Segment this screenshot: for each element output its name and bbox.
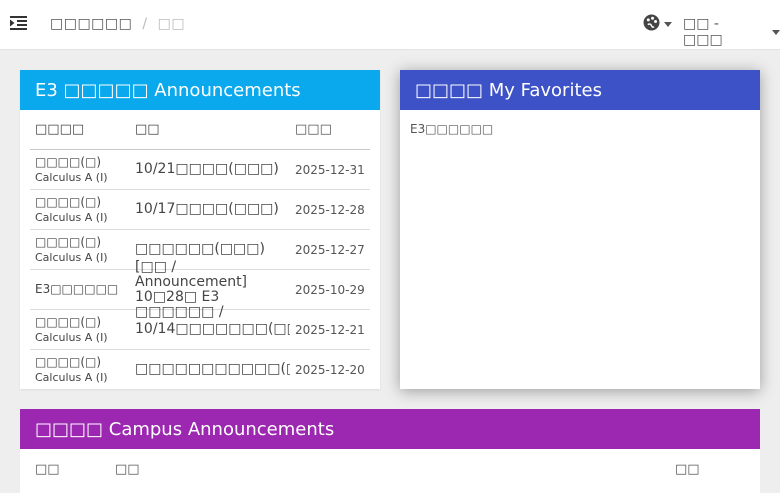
- table-header-row: □□ □□ □□: [30, 449, 750, 489]
- course-name: □□□□(□): [35, 314, 102, 329]
- column-header-date: □□: [675, 461, 700, 477]
- course-name: E3□□□□□□: [35, 282, 119, 296]
- caret-down-icon: [664, 22, 672, 27]
- theme-switcher-button[interactable]: [643, 14, 672, 35]
- date-cell: 2025-12-27: [295, 242, 365, 257]
- date-cell: 2025-12-31: [295, 162, 365, 177]
- table-row: E3□□□□□□ [□□ / Announcement] 10□28□ E3 □□…: [30, 260, 370, 319]
- table-header-row: □□□□ □□ □□□: [30, 110, 370, 150]
- e3-announcements-card: E3 □□□□□ Announcements □□□□ □□ □□□ □□□□(…: [20, 70, 380, 389]
- campus-announcements-title: □□□□ Campus Announcements: [20, 409, 760, 449]
- course-name: □□□□(□): [35, 234, 102, 249]
- course-english-name: Calculus A (I): [35, 210, 108, 224]
- title-cell: □□□□□□□□□□□(□□□): [130, 362, 290, 377]
- favorite-item[interactable]: E3□□□□□□: [400, 110, 760, 148]
- table-row: □□□□(□)Calculus A (I) □□□□□□□□□□□(□□□) 202…: [30, 350, 370, 389]
- top-navbar: □□□□□□ / □□ □□ - □□□: [0, 0, 780, 50]
- my-favorites-title: □□□□ My Favorites: [400, 70, 760, 110]
- course-name: □□□□(□): [35, 154, 102, 169]
- e3-announcements-table: □□□□ □□ □□□ □□□□(□) Calculus A (I) 10/21□□…: [30, 110, 370, 389]
- course-english-name: Calculus A (I): [35, 250, 108, 264]
- breadcrumb-separator: /: [142, 16, 148, 32]
- title-cell: 10/14□□□□□□□(□□□): [130, 322, 290, 337]
- breadcrumb-current: □□: [157, 16, 186, 32]
- course-cell: □□□□(□) Calculus A (I): [30, 235, 130, 265]
- e3-announcements-title: E3 □□□□□ Announcements: [20, 70, 380, 110]
- campus-announcements-card: □□□□ Campus Announcements □□ □□ □□: [20, 409, 760, 493]
- date-cell: 2025-12-28: [295, 202, 365, 217]
- column-header-course: □□□□: [35, 122, 85, 137]
- title-cell: □□□□□□(□□□): [130, 242, 290, 257]
- my-favorites-card: □□□□ My Favorites E3□□□□□□: [400, 70, 760, 389]
- title-cell: 10/17□□□□(□□□): [130, 202, 290, 217]
- date-cell: 2025-12-20: [295, 362, 365, 377]
- column-header-unit: □□: [35, 461, 60, 477]
- course-name: □□□□(□): [35, 194, 102, 209]
- theme-palette-icon: [643, 14, 660, 35]
- course-english-name: Calculus A (I): [35, 170, 108, 184]
- announcement-link[interactable]: □□□□□□(□□□): [135, 242, 265, 257]
- course-cell: □□□□(□) Calculus A (I): [30, 315, 130, 345]
- column-header-title: □□: [135, 122, 160, 137]
- column-header-date: □□□: [295, 122, 332, 137]
- announcement-link[interactable]: 10/14□□□□□□□(□□□): [135, 322, 290, 337]
- title-cell: [□□ / Announcement] 10□28□ E3 □□□□□□ /: [130, 260, 290, 320]
- course-cell: □□□□(□) Calculus A (I): [30, 155, 130, 185]
- menu-indent-icon[interactable]: [10, 15, 30, 35]
- announcement-link[interactable]: □□□□□□□□□□□(□□□): [135, 362, 290, 377]
- announcement-link[interactable]: [□□ / Announcement] 10□28□ E3 □□□□□□ /: [135, 260, 247, 320]
- breadcrumb-home-link[interactable]: □□□□□□: [50, 16, 132, 32]
- course-cell: □□□□(□) Calculus A (I): [30, 355, 130, 385]
- date-cell: 2025-12-21: [295, 322, 365, 337]
- title-cell: 10/21□□□□(□□□): [130, 162, 290, 177]
- user-name-label: □□ - □□□: [683, 16, 723, 48]
- announcement-link[interactable]: 10/17□□□□(□□□): [135, 202, 279, 217]
- date-cell: 2025-10-29: [295, 282, 365, 297]
- announcement-link[interactable]: 10/21□□□□(□□□): [135, 162, 279, 177]
- table-row: □□□□(□) Calculus A (I) 10/17□□□□(□□□) 2025-…: [30, 190, 370, 230]
- user-menu-dropdown[interactable]: □□ - □□□: [683, 16, 780, 48]
- column-header-title: □□: [115, 461, 140, 477]
- course-cell: E3□□□□□□: [30, 282, 130, 297]
- breadcrumb: □□□□□□ / □□: [50, 16, 185, 32]
- table-row: □□□□(□) Calculus A (I) 10/21□□□□(□□□) 2025-…: [30, 150, 370, 190]
- course-cell: □□□□(□) Calculus A (I): [30, 195, 130, 225]
- course-name: □□□□(□): [35, 354, 102, 369]
- caret-down-icon: [772, 29, 780, 35]
- course-english-name: Calculus A (I): [35, 370, 108, 384]
- course-english-name: Calculus A (I): [35, 330, 108, 344]
